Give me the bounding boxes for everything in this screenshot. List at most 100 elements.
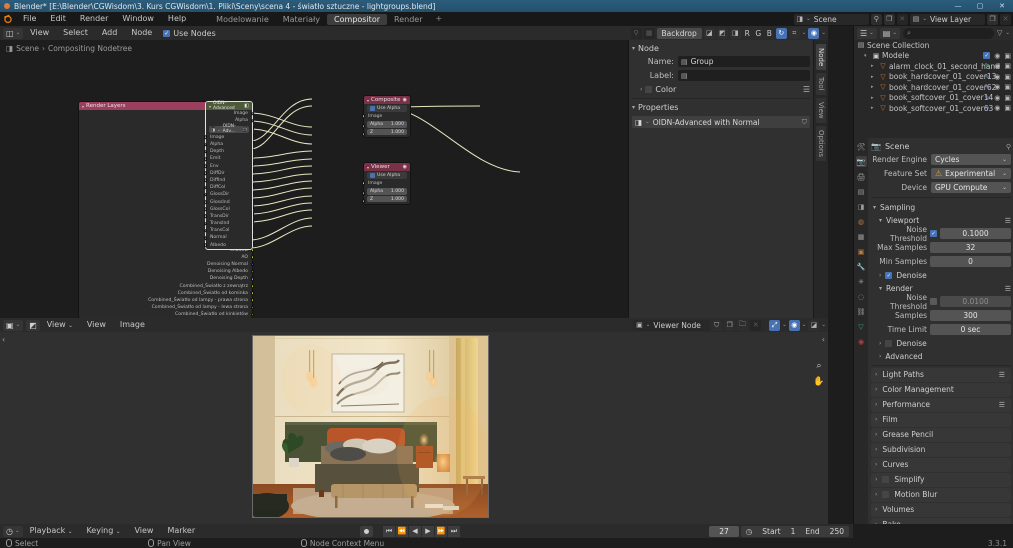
blender-logo-icon[interactable] bbox=[0, 12, 16, 26]
collapse-caret-icon[interactable]: ▾ bbox=[367, 165, 369, 170]
node-value-field[interactable]: Z1.000 bbox=[367, 196, 407, 203]
outliner-search-input[interactable]: ⌕ bbox=[903, 28, 994, 39]
node-input-socket-row[interactable]: GlossCol bbox=[206, 206, 252, 213]
use-alpha-checkbox[interactable] bbox=[370, 173, 375, 178]
list-icon[interactable]: ☰ bbox=[999, 371, 1005, 379]
use-alpha-toggle[interactable]: Use Alpha bbox=[367, 105, 407, 112]
record-icon[interactable] bbox=[360, 526, 373, 537]
play-button[interactable]: ▶ bbox=[422, 526, 434, 537]
feature-set-dropdown[interactable]: ⚠ Experimental ⌄ bbox=[931, 168, 1011, 179]
add-workspace-button[interactable]: + bbox=[430, 14, 449, 25]
viewlayer-copy-icon[interactable]: ❐ bbox=[987, 14, 998, 25]
outliner-row[interactable]: ▾▣Modele✓◉▣ bbox=[854, 51, 1013, 62]
use-nodes-checkbox[interactable]: ✓ bbox=[163, 30, 170, 37]
socket-dot[interactable] bbox=[204, 150, 208, 154]
node-output-socket-row[interactable]: Denoising Depth bbox=[79, 275, 252, 282]
close-image-x-icon[interactable]: ✕ bbox=[750, 320, 761, 331]
eye-icon[interactable]: ◉ bbox=[994, 52, 1000, 60]
socket-dot[interactable] bbox=[204, 193, 208, 197]
properties-panel-motion-blur[interactable]: ›Motion Blur bbox=[871, 488, 1011, 502]
node-input-socket-row[interactable]: DiffDir bbox=[206, 170, 252, 177]
node-input-socket-row[interactable]: TransInd bbox=[206, 220, 252, 227]
ptab-particles[interactable]: ✳ bbox=[856, 276, 867, 287]
socket-dot[interactable] bbox=[362, 191, 366, 195]
viewlayer-x-icon[interactable]: ✕ bbox=[1000, 14, 1011, 25]
zoom-icon[interactable]: ⌕ bbox=[813, 360, 825, 372]
render-engine-dropdown[interactable]: Cycles ⌄ bbox=[931, 154, 1011, 165]
ptab-data[interactable]: ▽ bbox=[856, 321, 867, 332]
node-header-oidn[interactable]: ▾ OIDN-Advanced ◧ bbox=[206, 102, 252, 110]
tab-compositor[interactable]: Compositor bbox=[327, 14, 387, 25]
menu-window[interactable]: Window bbox=[115, 12, 161, 26]
expand-caret-icon[interactable]: ▸ bbox=[871, 84, 877, 90]
outliner-editor-type-selector[interactable]: ☰ ⌄ bbox=[857, 28, 877, 39]
node-menu-node[interactable]: Node bbox=[124, 26, 159, 40]
collapse-caret-icon[interactable]: ▾ bbox=[367, 98, 369, 103]
node-input-socket-row[interactable]: GlossInd bbox=[206, 198, 252, 205]
wrench-icon[interactable]: ✎ bbox=[984, 73, 990, 81]
properties-section-header[interactable]: ▾ Properties bbox=[632, 101, 810, 114]
expand-caret-icon[interactable]: ▸ bbox=[871, 95, 877, 101]
properties-panel-curves[interactable]: ›Curves bbox=[871, 458, 1011, 472]
image-menu-image[interactable]: Image bbox=[113, 318, 152, 332]
socket-dot[interactable] bbox=[204, 215, 208, 219]
node-input-socket-row[interactable]: Alpha bbox=[206, 141, 252, 148]
new-group-icon[interactable]: ❐ bbox=[243, 126, 247, 132]
properties-panel-grease-pencil[interactable]: ›Grease Pencil bbox=[871, 428, 1011, 442]
fake-user-shield-icon[interactable]: ⛉ bbox=[711, 320, 722, 331]
node-options-icon[interactable]: ◉ bbox=[403, 97, 407, 103]
socket-dot[interactable] bbox=[204, 229, 208, 233]
node-input-socket-row[interactable]: TransCol bbox=[206, 227, 252, 234]
eye-icon[interactable]: ◉ bbox=[994, 62, 1000, 70]
socket-dot[interactable] bbox=[204, 207, 208, 211]
ptab-scene[interactable]: ◨ bbox=[856, 201, 867, 212]
viewport-max-samples-value[interactable]: 32 bbox=[930, 242, 1011, 253]
socket-dot[interactable] bbox=[251, 256, 255, 260]
backdrop-button[interactable]: Backdrop bbox=[657, 28, 702, 39]
maximize-button[interactable]: ▢ bbox=[969, 0, 991, 12]
ptab-physics[interactable]: ◌ bbox=[856, 291, 867, 302]
pin-icon[interactable]: ⚲ bbox=[871, 14, 882, 25]
socket-dot[interactable] bbox=[362, 182, 366, 186]
ptab-object[interactable]: ▣ bbox=[856, 246, 867, 257]
snap-icon[interactable]: ▦ bbox=[644, 28, 655, 39]
gizmo-icon[interactable]: ◪ bbox=[808, 320, 819, 331]
color-checkbox[interactable] bbox=[645, 86, 652, 93]
ptab-tool[interactable]: 🛠 bbox=[856, 141, 867, 152]
node-editor-canvas[interactable]: ◨ Scene › Compositing Nodetree bbox=[0, 40, 628, 318]
socket-dot[interactable] bbox=[251, 299, 255, 303]
tab-modelowanie[interactable]: Modelowanie bbox=[209, 14, 276, 25]
panel-checkbox[interactable] bbox=[882, 491, 889, 498]
properties-panel-subdivision[interactable]: ›Subdivision bbox=[871, 443, 1011, 457]
overlay-icon[interactable]: ◉ bbox=[789, 320, 800, 331]
ptab-material[interactable]: ◉ bbox=[856, 336, 867, 347]
node-input-socket-row[interactable]: DiffInd bbox=[206, 177, 252, 184]
node-input-socket-row[interactable]: GlossDir bbox=[206, 191, 252, 198]
node-input-socket-row[interactable]: Emit bbox=[206, 155, 252, 162]
node-oidn-advanced[interactable]: ▾ OIDN-Advanced ◧ ImageAlpha◨⌄OIDN-Adv..… bbox=[205, 101, 253, 250]
properties-panel-color-management[interactable]: ›Color Management bbox=[871, 383, 1011, 397]
hand-icon[interactable]: ✋ bbox=[813, 376, 825, 388]
socket-dot[interactable] bbox=[204, 157, 208, 161]
image-selector[interactable]: ▣ ⌄ Viewer Node bbox=[633, 320, 709, 331]
node-options-icon[interactable]: ◉ bbox=[403, 164, 407, 170]
channel-g-button[interactable]: G bbox=[754, 28, 763, 39]
socket-dot[interactable] bbox=[251, 119, 255, 123]
ptab-view-layer[interactable]: ▤ bbox=[856, 186, 867, 197]
wrench-icon[interactable]: ✎ bbox=[984, 94, 990, 102]
socket-dot[interactable] bbox=[362, 132, 366, 136]
list-icon[interactable]: ☰ bbox=[803, 85, 810, 94]
eye-icon[interactable]: ◉ bbox=[994, 83, 1000, 91]
image-menu-view-dropdown[interactable]: View ⌄ bbox=[40, 318, 80, 332]
outliner-display-mode[interactable]: ▤ ⌄ bbox=[880, 28, 900, 39]
x-icon[interactable]: ✕ bbox=[897, 14, 908, 25]
list-icon[interactable]: ☰ bbox=[1005, 217, 1011, 225]
outliner-row[interactable]: ▸▽book_softcover_01_cover63✎◉▣ bbox=[854, 103, 1013, 114]
socket-dot[interactable] bbox=[362, 115, 366, 119]
node-output-socket-row[interactable]: Image bbox=[206, 110, 252, 117]
socket-dot[interactable] bbox=[204, 164, 208, 168]
socket-dot[interactable] bbox=[251, 112, 255, 116]
properties-panel-simplify[interactable]: ›Simplify bbox=[871, 473, 1011, 487]
ptab-collection[interactable]: ▦ bbox=[856, 231, 867, 242]
vtab-options[interactable]: Options bbox=[816, 126, 826, 161]
